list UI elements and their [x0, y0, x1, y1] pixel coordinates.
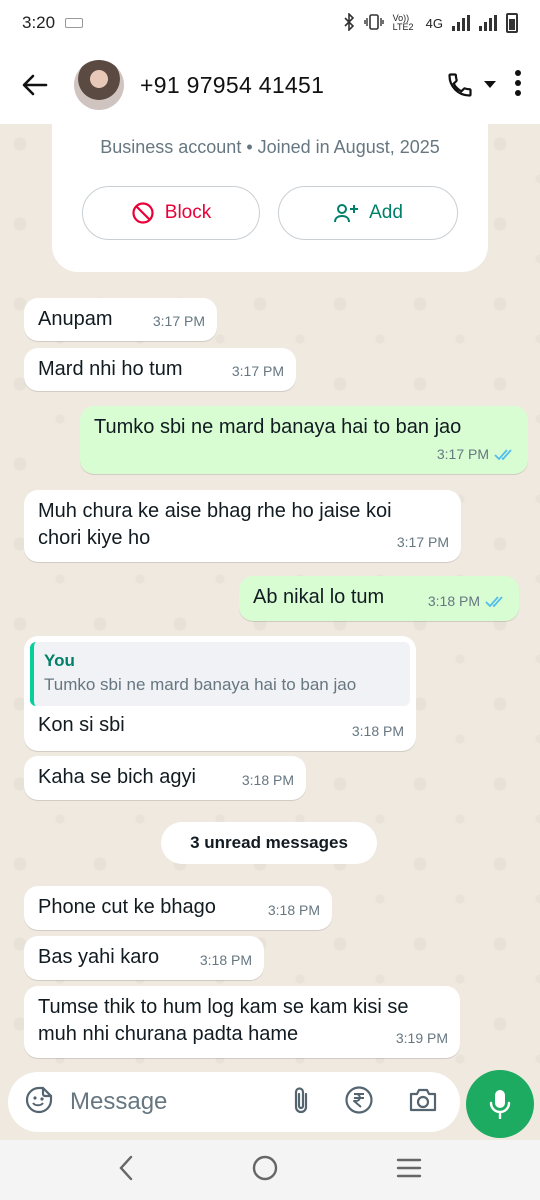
bluetooth-icon — [343, 11, 355, 34]
message-text: Phone cut ke bhago — [38, 896, 216, 918]
add-contact-button[interactable]: Add — [278, 186, 458, 240]
read-ticks-icon — [494, 448, 512, 460]
camera-icon — [409, 1088, 437, 1111]
nav-home-button[interactable] — [251, 1154, 279, 1187]
message-input[interactable] — [70, 1088, 250, 1116]
quoted-message[interactable]: You Tumko sbi ne mard banaya hai to ban … — [30, 642, 410, 706]
message-incoming[interactable]: Bas yahi karo 3:18 PM — [24, 936, 264, 980]
chat-header: +91 97954 41451 — [0, 46, 540, 124]
attach-button[interactable] — [292, 1085, 310, 1120]
paperclip-icon — [294, 1086, 308, 1113]
add-person-icon — [334, 204, 359, 223]
message-incoming[interactable]: Tumse thik to hum log kam se kam kisi se… — [24, 986, 460, 1058]
message-time: 3:18 PM — [351, 723, 404, 739]
quoted-text: Tumko sbi ne mard banaya hai to ban jao — [44, 675, 357, 694]
message-text: Anupam — [38, 308, 113, 330]
message-time: 3:17 PM — [231, 363, 284, 379]
status-icons: Vo)) LTE2 4G — [343, 11, 518, 34]
message-incoming-reply[interactable]: You Tumko sbi ne mard banaya hai to ban … — [24, 636, 416, 751]
sticker-button[interactable] — [24, 1085, 54, 1120]
block-label: Block — [164, 202, 212, 223]
block-icon — [132, 202, 154, 224]
message-time: 3:17 PM — [436, 446, 489, 462]
message-text: Tumko sbi ne mard banaya hai to ban jao — [94, 416, 462, 438]
nav-back-button[interactable] — [118, 1155, 134, 1186]
network-label: Vo)) LTE2 — [392, 13, 414, 32]
message-time: 3:18 PM — [241, 772, 294, 788]
rupee-icon — [345, 1085, 373, 1114]
message-text: Ab nikal lo tum — [253, 586, 385, 608]
status-bar: 3:20 Vo)) LTE2 4G — [0, 0, 540, 46]
network-type: 4G — [425, 15, 443, 31]
message-time: 3:18 PM — [427, 593, 480, 609]
status-time: 3:20 — [22, 13, 56, 32]
message-time: 3:19 PM — [395, 1030, 448, 1046]
quoted-author: You — [44, 651, 75, 670]
camera-button[interactable] — [408, 1087, 438, 1118]
composer — [0, 1068, 540, 1140]
nav-home-icon — [252, 1155, 278, 1180]
message-time: 3:17 PM — [396, 534, 449, 550]
voice-record-button[interactable] — [466, 1070, 534, 1138]
business-info-card: Business account • Joined in August, 202… — [52, 124, 488, 272]
message-time: 3:17 PM — [152, 313, 205, 329]
mic-icon — [489, 1090, 511, 1119]
phone-icon — [448, 73, 472, 97]
message-outgoing[interactable]: Tumko sbi ne mard banaya hai to ban jao … — [80, 406, 528, 474]
header-actions — [446, 69, 540, 101]
nav-recents-button[interactable] — [396, 1157, 422, 1184]
nav-menu-icon — [396, 1158, 421, 1177]
message-incoming[interactable]: Kaha se bich agyi 3:18 PM — [24, 756, 306, 800]
message-incoming[interactable]: Anupam 3:17 PM — [24, 298, 217, 341]
message-input-pill[interactable] — [8, 1072, 460, 1132]
signal-1-icon — [452, 15, 470, 31]
message-outgoing[interactable]: Ab nikal lo tum 3:18 PM — [239, 576, 519, 621]
notification-icon — [65, 18, 84, 28]
message-text: Tumse thik to hum log kam se kam kisi se… — [38, 996, 409, 1045]
read-ticks-icon — [485, 595, 503, 607]
call-button[interactable] — [446, 71, 496, 99]
message-incoming[interactable]: Mard nhi ho tum 3:17 PM — [24, 348, 296, 391]
message-text: Kaha se bich agyi — [38, 766, 196, 788]
add-label: Add — [369, 202, 403, 223]
message-text: Kon si sbi — [38, 714, 125, 736]
message-time: 3:18 PM — [267, 902, 320, 918]
unread-divider: 3 unread messages — [161, 822, 377, 864]
chat-area[interactable]: Business account • Joined in August, 202… — [0, 124, 540, 1068]
message-incoming[interactable]: Phone cut ke bhago 3:18 PM — [24, 886, 332, 930]
back-button[interactable] — [0, 46, 70, 124]
more-vert-icon — [515, 69, 521, 96]
message-time: 3:18 PM — [199, 952, 252, 968]
sticker-icon — [25, 1086, 53, 1113]
nav-back-icon — [119, 1155, 133, 1180]
payment-button[interactable] — [344, 1085, 374, 1120]
signal-2-icon — [479, 15, 497, 31]
avatar[interactable] — [74, 60, 124, 110]
message-text: Bas yahi karo — [38, 946, 160, 968]
business-info-text: Business account • Joined in August, 202… — [100, 137, 440, 157]
message-text: Mard nhi ho tum — [38, 358, 183, 380]
contact-name[interactable]: +91 97954 41451 — [140, 72, 324, 99]
more-options-button[interactable] — [514, 69, 522, 101]
message-text: Muh chura ke aise bhag rhe ho jaise koi … — [38, 500, 392, 549]
caret-down-icon — [484, 81, 496, 88]
message-incoming[interactable]: Muh chura ke aise bhag rhe ho jaise koi … — [24, 490, 461, 562]
battery-icon — [506, 13, 518, 33]
block-button[interactable]: Block — [82, 186, 260, 240]
vibrate-icon — [363, 13, 384, 34]
system-nav-bar — [0, 1140, 540, 1200]
back-arrow-icon — [22, 74, 48, 96]
